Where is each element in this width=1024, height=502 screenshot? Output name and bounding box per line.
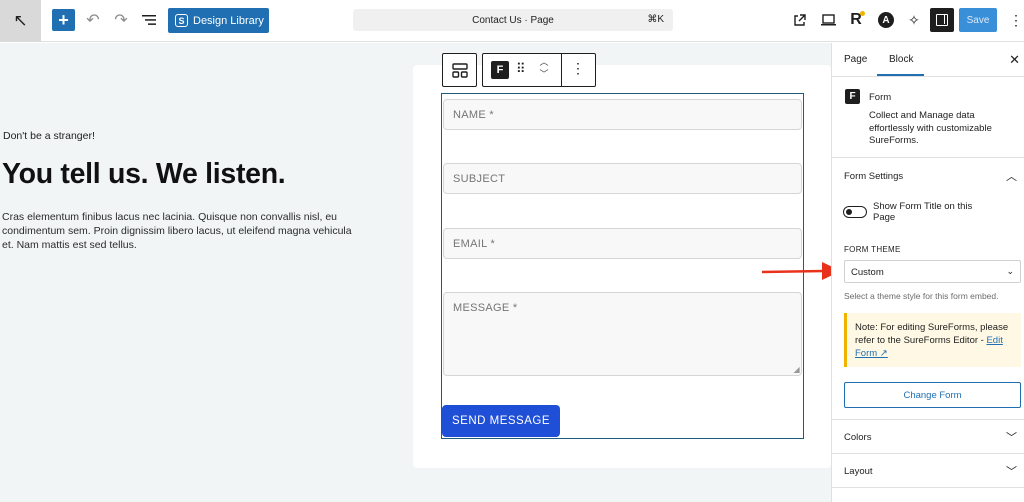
close-icon[interactable]: ✕ — [1009, 52, 1020, 68]
command-shortcut: ⌘K — [647, 14, 664, 25]
form-settings-heading: Form Settings — [844, 171, 904, 182]
block-title: Form — [869, 92, 892, 103]
layout-panel-header[interactable]: Layout ﹀ — [832, 454, 1024, 488]
design-library-label: Design Library — [193, 14, 264, 27]
block-toolbar: F ⠿ ︿ ﹀ ⋮ — [482, 53, 596, 87]
move-up-down-icon[interactable]: ︿ ﹀ — [537, 56, 551, 84]
chevron-down-icon: ﹀ — [1006, 466, 1017, 478]
chevron-up-icon: ︿ — [1006, 171, 1017, 183]
block-options-icon[interactable]: ⋮ — [571, 60, 585, 77]
block-info-card: F Form Collect and Manage data effortles… — [832, 78, 1024, 158]
page-headline[interactable]: You tell us. We listen. — [2, 158, 286, 191]
back-arrow-icon[interactable]: ↖ — [0, 0, 41, 42]
options-more-icon[interactable]: ⋮ — [1006, 10, 1024, 30]
form-theme-select[interactable]: Custom ⌄ — [844, 260, 1021, 283]
settings-sidebar: Page Block ✕ F Form Collect and Manage d… — [831, 43, 1024, 502]
list-view-icon[interactable] — [140, 10, 158, 30]
document-title-bar[interactable]: Contact Us · Page ⌘K — [353, 9, 673, 31]
name-placeholder: NAME * — [453, 109, 494, 121]
group-layout-icon — [451, 62, 468, 78]
intro-paragraph[interactable]: Cras elementum finibus lacus nec lacinia… — [2, 210, 352, 252]
panel-divider — [832, 487, 1024, 488]
view-page-external-icon[interactable] — [789, 10, 809, 30]
edit-form-notice: Note: For editing SureForms, please refe… — [844, 313, 1021, 367]
device-preview-icon[interactable] — [818, 10, 838, 30]
form-block-icon[interactable]: F — [491, 61, 509, 79]
editor-topbar: ↖ + ↶ ↷ S Design Library Contact Us · Pa… — [0, 0, 1024, 42]
drag-handle-icon[interactable]: ⠿ — [516, 61, 526, 77]
astra-icon[interactable]: A — [876, 10, 896, 30]
block-parent-selector[interactable] — [442, 53, 477, 87]
rank-math-icon[interactable]: R — [846, 10, 866, 30]
sidebar-tabs: Page Block ✕ — [832, 43, 1024, 77]
undo-icon[interactable]: ↶ — [84, 10, 102, 30]
form-settings-panel-header[interactable]: Form Settings ︿ — [832, 159, 1024, 193]
message-placeholder: MESSAGE * — [453, 302, 518, 314]
document-title: Contact Us · Page — [472, 14, 554, 26]
selected-form-block[interactable] — [441, 93, 804, 439]
show-title-toggle[interactable] — [843, 206, 867, 218]
subject-field[interactable]: SUBJECT — [443, 163, 802, 194]
subject-placeholder: SUBJECT — [453, 173, 506, 185]
editor-canvas: Don't be a stranger! You tell us. We lis… — [0, 43, 841, 502]
form-theme-value: Custom — [851, 267, 884, 278]
change-form-button[interactable]: Change Form — [844, 382, 1021, 408]
resize-handle-icon[interactable]: ◢ — [794, 365, 800, 374]
form-theme-label: FORM THEME — [844, 245, 901, 254]
colors-heading: Colors — [844, 432, 872, 443]
show-title-label: Show Form Title on this Page — [873, 201, 973, 223]
spectra-logo-icon: S — [175, 14, 188, 27]
email-placeholder: EMAIL * — [453, 238, 496, 250]
tab-block[interactable]: Block — [889, 54, 913, 65]
message-field[interactable]: MESSAGE * ◢ — [443, 292, 802, 376]
layout-heading: Layout — [844, 466, 873, 477]
toolbar-separator — [561, 54, 562, 86]
active-tab-indicator — [877, 74, 924, 76]
ai-sparkle-icon[interactable]: ✧ — [904, 10, 924, 30]
form-theme-help: Select a theme style for this form embed… — [844, 291, 999, 301]
send-message-button[interactable]: SEND MESSAGE — [442, 405, 560, 437]
email-field[interactable]: EMAIL * — [443, 228, 802, 259]
design-library-button[interactable]: S Design Library — [168, 8, 269, 33]
red-arrow-annotation-icon — [761, 262, 841, 280]
chevron-down-icon: ⌄ — [1006, 266, 1014, 276]
name-field[interactable]: NAME * — [443, 99, 802, 130]
redo-icon[interactable]: ↷ — [112, 10, 130, 30]
colors-panel-header[interactable]: Colors ﹀ — [832, 420, 1024, 454]
eyebrow-text[interactable]: Don't be a stranger! — [3, 130, 95, 142]
settings-panel-toggle-icon[interactable] — [930, 8, 954, 32]
chevron-down-icon: ﹀ — [1006, 432, 1017, 444]
add-block-button[interactable]: + — [52, 9, 75, 31]
save-button[interactable]: Save — [959, 8, 997, 32]
form-block-icon: F — [845, 89, 860, 104]
block-description: Collect and Manage data effortlessly wit… — [869, 110, 992, 146]
tab-page[interactable]: Page — [844, 54, 867, 65]
